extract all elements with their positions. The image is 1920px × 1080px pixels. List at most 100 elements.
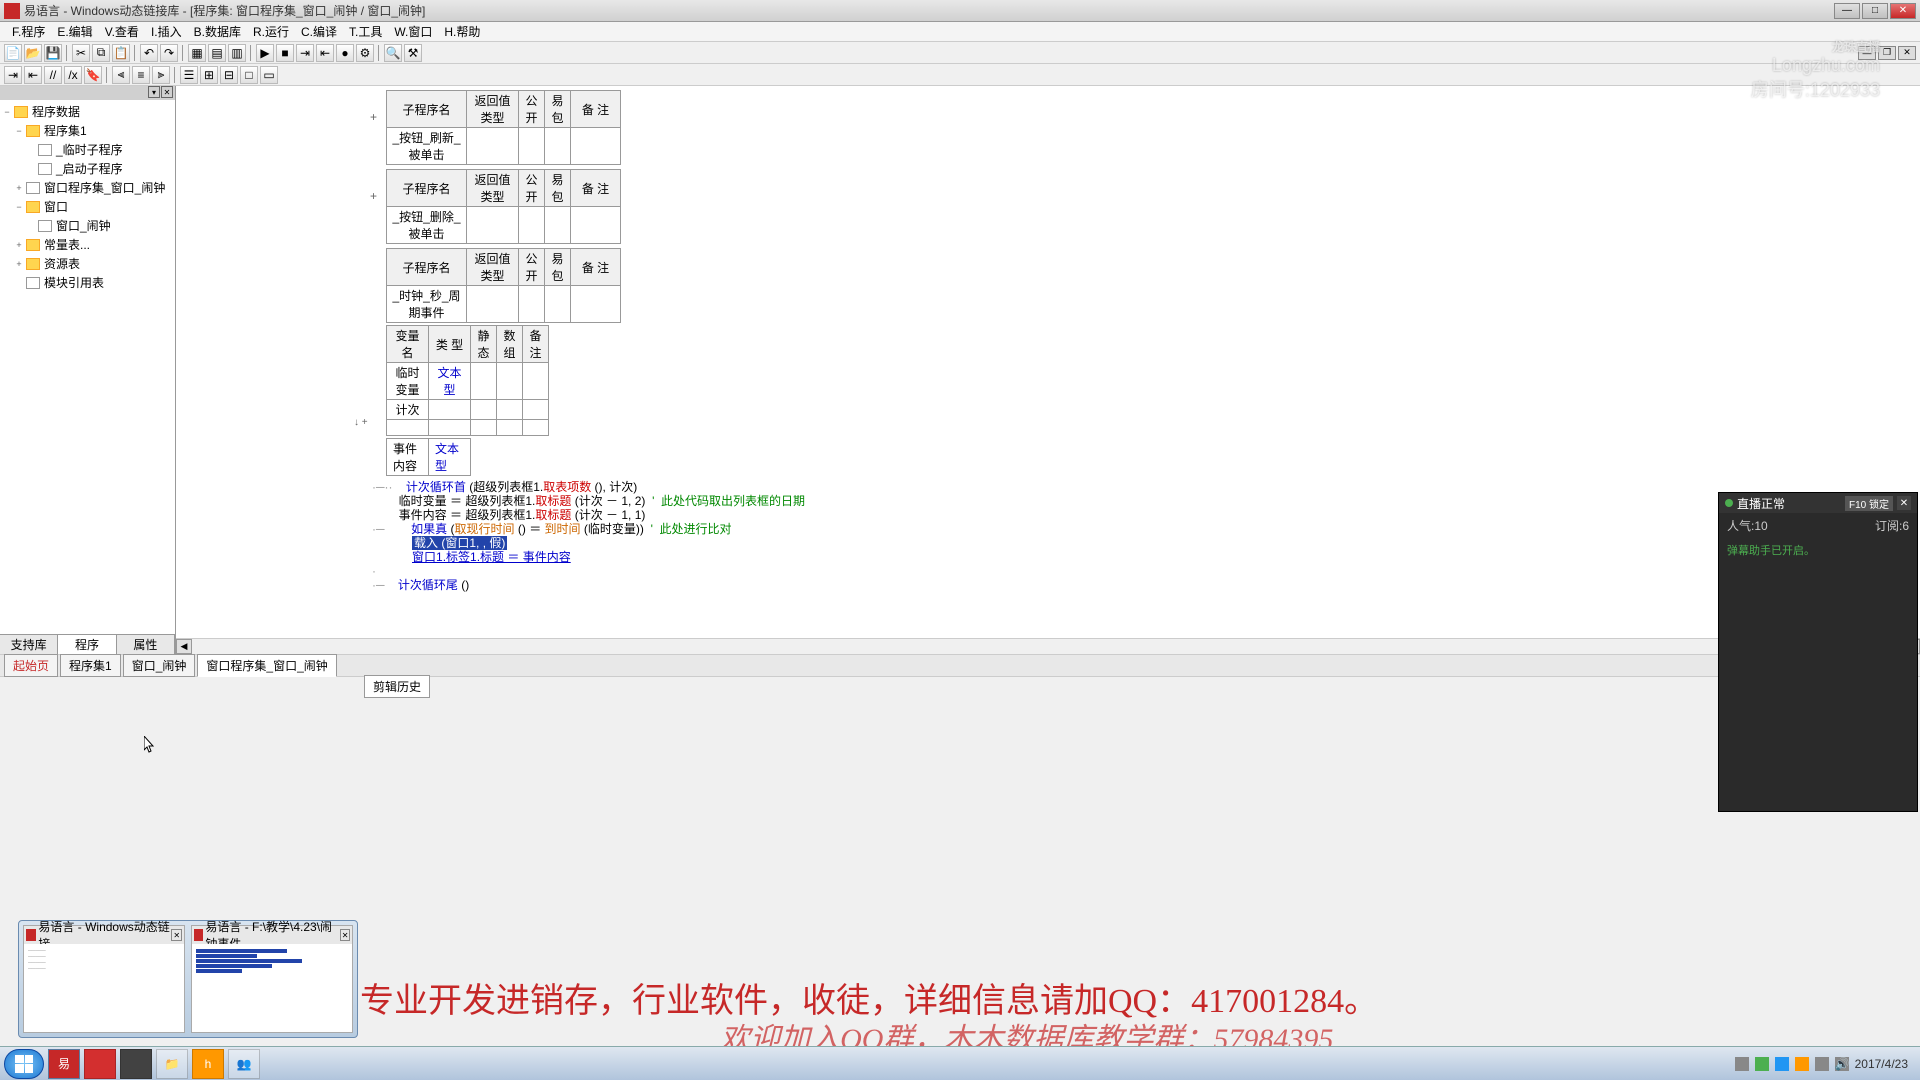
close-button[interactable]: ✕ (1890, 3, 1916, 19)
thumb-close-icon[interactable]: ✕ (171, 929, 182, 941)
step-icon[interactable]: ⇥ (296, 44, 314, 62)
align-left-icon[interactable]: ⫷ (112, 66, 130, 84)
tray-icon[interactable] (1815, 1057, 1829, 1071)
paste-icon[interactable]: 📋 (112, 44, 130, 62)
tool-icon[interactable]: □ (240, 66, 258, 84)
fold-plus-icon[interactable]: + (370, 110, 377, 124)
redo-icon[interactable]: ↷ (160, 44, 178, 62)
indent-icon[interactable]: ⇥ (4, 66, 22, 84)
undo-icon[interactable]: ↶ (140, 44, 158, 62)
menu-view[interactable]: V.查看 (99, 21, 145, 42)
sub-table-3[interactable]: 子程序名返回值类型公开易包备 注 _时钟_秒_周期事件 (386, 248, 621, 323)
tree-node[interactable]: _启动子程序 (2, 159, 173, 178)
find-icon[interactable]: 🔍 (384, 44, 402, 62)
scroll-left-icon[interactable]: ◀ (176, 639, 192, 654)
sub-table-2[interactable]: 子程序名返回值类型公开易包备 注 _按钮_删除_被单击 (386, 169, 621, 244)
tree-node[interactable]: −程序集1 (2, 121, 173, 140)
tab-window-alarm[interactable]: 窗口_闹钟 (123, 654, 196, 677)
mdi-restore[interactable]: ❐ (1878, 46, 1896, 60)
layout2-icon[interactable]: ▤ (208, 44, 226, 62)
menu-compile[interactable]: C.编译 (295, 21, 343, 42)
outdent-icon[interactable]: ⇤ (24, 66, 42, 84)
sub-table-1[interactable]: 子程序名返回值类型公开易包备 注 _按钮_刷新_被单击 (386, 90, 621, 165)
step2-icon[interactable]: ⇤ (316, 44, 334, 62)
save-icon[interactable]: 💾 (44, 44, 62, 62)
tree-node[interactable]: −窗口 (2, 197, 173, 216)
thumb-window-1[interactable]: 易语言 - Windows动态链接... ✕ ─────────────────… (23, 925, 185, 1033)
layout3-icon[interactable]: ▥ (228, 44, 246, 62)
breakpoint-icon[interactable]: ● (336, 44, 354, 62)
tab-program[interactable]: 程序 (58, 635, 116, 654)
menu-database[interactable]: B.数据库 (188, 21, 247, 42)
tray-icon[interactable] (1755, 1057, 1769, 1071)
menu-edit[interactable]: E.编辑 (51, 21, 98, 42)
mdi-minimize[interactable]: — (1858, 46, 1876, 60)
thumb-window-2[interactable]: 易语言 - F:\教学\4.23\闹钟事件... ✕ (191, 925, 353, 1033)
menu-insert[interactable]: I.插入 (145, 21, 188, 42)
horizontal-scrollbar[interactable]: ◀ ▶ (176, 638, 1920, 654)
tree-node[interactable]: 窗口_闹钟 (2, 216, 173, 235)
compile-icon[interactable]: ⚒ (404, 44, 422, 62)
tree-root[interactable]: − 程序数据 (2, 102, 173, 121)
taskbar-app-3[interactable] (120, 1049, 152, 1079)
fold-plus-icon[interactable]: + (370, 189, 377, 203)
taskbar-app-eyuyan[interactable]: 易 (48, 1049, 80, 1079)
panel-close-icon[interactable]: ✕ (161, 86, 173, 98)
uncomment-icon[interactable]: /x (64, 66, 82, 84)
panel-pin-icon[interactable]: ▾ (148, 86, 160, 98)
tab-support-lib[interactable]: 支持库 (0, 635, 58, 654)
tab-properties[interactable]: 属性 (117, 635, 175, 654)
tree-node[interactable]: _临时子程序 (2, 140, 173, 159)
taskbar-app-6[interactable]: 👥 (228, 1049, 260, 1079)
tray-icon[interactable] (1735, 1057, 1749, 1071)
stop-icon[interactable]: ■ (276, 44, 294, 62)
layout-icon[interactable]: ▦ (188, 44, 206, 62)
taskbar-app-explorer[interactable]: 📁 (156, 1049, 188, 1079)
tab-clipboard-history[interactable]: 剪辑历史 (364, 675, 430, 698)
tree-node[interactable]: +窗口程序集_窗口_闹钟 (2, 178, 173, 197)
menu-help[interactable]: H.帮助 (438, 21, 486, 42)
taskbar-thumbnails[interactable]: 易语言 - Windows动态链接... ✕ ─────────────────… (18, 920, 358, 1038)
project-tree[interactable]: − 程序数据 −程序集1_临时子程序_启动子程序+窗口程序集_窗口_闹钟−窗口窗… (0, 100, 175, 634)
tool2-icon[interactable]: ▭ (260, 66, 278, 84)
menu-program[interactable]: F.程序 (6, 21, 51, 42)
code-editor[interactable]: + 子程序名返回值类型公开易包备 注 _按钮_刷新_被单击 + 子程序名返回值类… (176, 86, 1920, 654)
tray-icon[interactable] (1775, 1057, 1789, 1071)
tab-programset1[interactable]: 程序集1 (60, 654, 121, 677)
tray-icon[interactable] (1795, 1057, 1809, 1071)
outline-icon[interactable]: ☰ (180, 66, 198, 84)
new-file-icon[interactable]: 📄 (4, 44, 22, 62)
stream-status-panel[interactable]: 直播正常 F10 锁定 ✕ 人气:10 订阅:6 弹幕助手已开启。 (1718, 492, 1918, 812)
taskbar-app-5[interactable]: h (192, 1049, 224, 1079)
cut-icon[interactable]: ✂ (72, 44, 90, 62)
align-right-icon[interactable]: ⫸ (152, 66, 170, 84)
menu-window[interactable]: W.窗口 (388, 21, 438, 42)
taskbar-clock[interactable]: 2017/4/23 (1855, 1057, 1908, 1071)
taskbar-app-2[interactable] (84, 1049, 116, 1079)
tray-volume-icon[interactable]: 🔊 (1835, 1057, 1849, 1071)
menu-run[interactable]: R.运行 (247, 21, 295, 42)
menu-tools[interactable]: T.工具 (343, 21, 388, 42)
copy-icon[interactable]: ⧉ (92, 44, 110, 62)
open-file-icon[interactable]: 📂 (24, 44, 42, 62)
mdi-close[interactable]: ✕ (1898, 46, 1916, 60)
tab-windowset-alarm[interactable]: 窗口程序集_窗口_闹钟 (197, 654, 336, 677)
tree-node[interactable]: +资源表 (2, 254, 173, 273)
thumb-close-icon[interactable]: ✕ (340, 929, 350, 941)
code-area[interactable]: ↓ + ·─·· 计次循环首 (超级列表框1.取表项数 (), 计次) 临时变量… (372, 480, 1920, 592)
start-button[interactable] (4, 1049, 44, 1079)
var-table[interactable]: 变量名类 型静态数组备 注 临时变量文本型 计次 (386, 325, 549, 436)
minimize-button[interactable]: — (1834, 3, 1860, 19)
stream-close-icon[interactable]: ✕ (1897, 496, 1911, 510)
event-table[interactable]: 事件内容文本型 (386, 438, 471, 476)
maximize-button[interactable]: □ (1862, 3, 1888, 19)
tree-node[interactable]: +常量表... (2, 235, 173, 254)
run-icon[interactable]: ▶ (256, 44, 274, 62)
comment-icon[interactable]: // (44, 66, 62, 84)
align-center-icon[interactable]: ≡ (132, 66, 150, 84)
tree-node[interactable]: 模块引用表 (2, 273, 173, 292)
tab-start-page[interactable]: 起始页 (4, 654, 58, 677)
expand-icon[interactable]: ⊞ (200, 66, 218, 84)
collapse-icon[interactable]: ⊟ (220, 66, 238, 84)
bookmark-icon[interactable]: 🔖 (84, 66, 102, 84)
